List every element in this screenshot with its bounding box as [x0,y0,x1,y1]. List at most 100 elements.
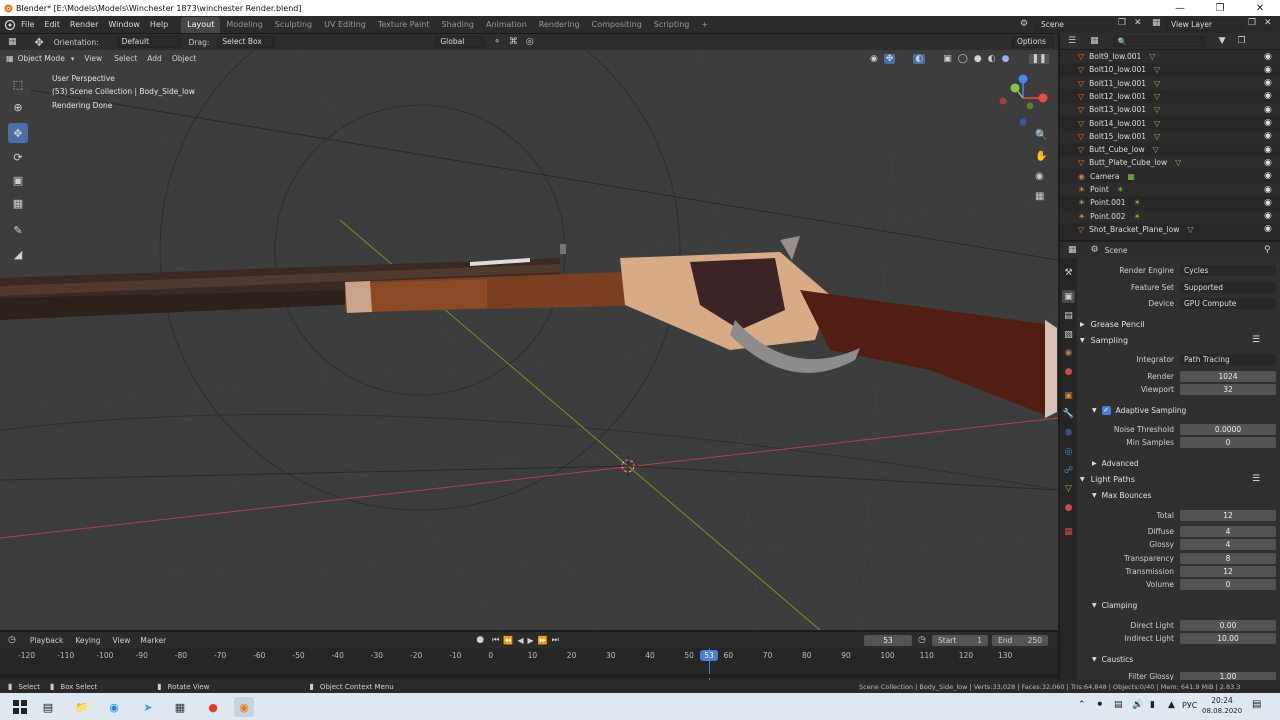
zoom-icon[interactable]: 🔍 [1035,130,1047,141]
snap-icon[interactable]: ⌘ [509,37,518,47]
visibility-eye-icon[interactable]: ◉ [1264,105,1272,115]
adaptive-sampling-section[interactable]: ▼ ✓ Adaptive Sampling [1092,403,1280,417]
outliner-row[interactable]: ▽ Bolt14_low.001 ▽ ◉ [1060,117,1280,130]
caustics-section[interactable]: ▼ Caustics [1092,652,1280,666]
max-bounces-section[interactable]: ▼ Max Bounces [1092,488,1280,502]
outliner-panel[interactable]: ▽ Bolt9_low.001 ▽ ◉ ▽ Bolt10_low.001 ▽ ◉ ▽ Bolt11… [1060,50,1280,240]
language-indicator[interactable]: РУС [1182,701,1197,710]
play-icon[interactable]: ▶ [527,636,533,645]
tab-animation[interactable]: Animation [480,17,533,33]
jump-start-icon[interactable]: ⏮ [492,635,499,645]
rendered-shading-icon[interactable]: ● [1002,54,1010,64]
sampling-presets-icon[interactable]: ☰ [1252,335,1260,345]
clock-time[interactable]: 20:24 [1204,696,1240,705]
sidebar-toggle-icon[interactable]: ❚❚ [1029,53,1049,64]
overlay-toggle-icon[interactable]: ◐ [913,53,926,64]
outliner-search-input[interactable]: 🔍 [1112,35,1205,47]
tab-scripting[interactable]: Scripting [648,17,696,33]
min-samples-field[interactable]: 0 [1180,436,1276,448]
orientation-dropdown[interactable]: Default [116,36,181,48]
physics-tab-icon[interactable]: ◎ [1062,445,1075,458]
sampling-section[interactable]: ▼ Sampling ☰ [1080,333,1276,347]
viewport-menu-select[interactable]: Select [114,54,137,63]
start-frame-field[interactable]: Start 1 [932,635,988,646]
transmission-field[interactable]: 12 [1180,565,1276,577]
preview-range-icon[interactable]: ◷ [918,635,926,645]
next-keyframe-icon[interactable]: ⏩ [538,636,548,645]
object-tab-icon[interactable]: ▣ [1062,389,1075,402]
particles-tab-icon[interactable]: ⊛ [1062,426,1075,439]
tab-compositing[interactable]: Compositing [586,17,648,33]
glossy-field[interactable]: 4 [1180,538,1276,550]
current-frame-field[interactable]: 53 [864,635,912,646]
ortho-toggle-icon[interactable]: ▦ [1035,191,1044,202]
measure-tool-icon[interactable]: ◢ [8,244,28,264]
outliner-row[interactable]: ▽ Bolt15_low.001 ▽ ◉ [1060,129,1280,143]
world-tab-icon[interactable]: ● [1062,365,1075,378]
delete-scene-icon[interactable]: ✕ [1134,18,1142,28]
network-icon[interactable]: ▤ [1114,700,1123,710]
outliner-row[interactable]: ☀ Point ☀ ◉ [1060,183,1280,196]
pan-hand-icon[interactable]: ✋ [1035,151,1047,162]
timeline-menu-view[interactable]: View [113,636,131,645]
notifications-icon[interactable]: ▤ [1252,699,1261,710]
visibility-eye-icon[interactable]: ◉ [1264,78,1272,88]
tab-uv-editing[interactable]: UV Editing [318,17,372,33]
play-reverse-icon[interactable]: ◀ [517,636,523,645]
scene-selector[interactable]: Scene [1036,19,1114,31]
tab-sculpting[interactable]: Sculpting [269,17,318,33]
timeline-ruler[interactable]: -120 -110 -100 -90 -80 -70 -60 -50 -40 -30 -20 -10 0… [0,648,1058,680]
outliner-row[interactable]: ▽ Bolt12_low.001 ▽ ◉ [1060,90,1280,103]
add-workspace-button[interactable]: + [695,17,714,33]
file-explorer-icon[interactable]: 📁 [72,697,92,717]
tab-rendering[interactable]: Rendering [533,17,586,33]
visibility-icon[interactable]: ◉ [870,54,878,64]
new-collection-icon[interactable]: ❐ [1238,36,1246,46]
output-tab-icon[interactable]: ▤ [1062,309,1075,322]
menu-help[interactable]: Help [145,16,173,34]
viewport-menu-add[interactable]: Add [147,54,162,63]
clock-date[interactable]: 08.08.2020 [1202,707,1242,715]
total-field[interactable]: 12 [1180,509,1276,521]
visibility-eye-icon[interactable]: ◉ [1264,198,1272,208]
tool-tab-icon[interactable]: ⚒ [1062,266,1075,279]
view-layer-tab-icon[interactable]: ▧ [1062,328,1075,341]
view-layer-selector[interactable]: View Layer [1166,19,1244,31]
visibility-eye-icon[interactable]: ◉ [1264,158,1272,168]
close-button[interactable]: ✕ [1240,0,1280,16]
viewport-samples-field[interactable]: 32 [1180,383,1276,395]
microphone-icon[interactable]: ⚫ [1096,700,1104,710]
data-tab-icon[interactable]: ▽ [1062,482,1075,495]
visibility-eye-icon[interactable]: ◉ [1264,145,1272,155]
wireframe-shading-icon[interactable]: ◯ [958,54,968,64]
outliner-row[interactable]: ☀ Point.002 ☀ ◉ [1060,209,1280,223]
outliner-row[interactable]: ▽ Butt_Plate_Cube_low ▽ ◉ [1060,156,1280,170]
visibility-eye-icon[interactable]: ◉ [1264,91,1272,101]
visibility-eye-icon[interactable]: ◉ [1264,211,1272,221]
viewport-menu-view[interactable]: View [84,54,102,63]
pivot-icon[interactable]: ⚬ [493,37,501,47]
blender-taskbar-icon[interactable]: ◉ [234,697,254,717]
scene-tab-icon[interactable]: ◉ [1062,346,1075,359]
cursor-tool-icon[interactable]: ⊕ [8,97,28,117]
visibility-eye-icon[interactable]: ◉ [1264,118,1272,128]
outliner-row[interactable]: ▽ Bolt11_low.001 ▽ ◉ [1060,76,1280,90]
battery-icon[interactable]: ▮ [1150,700,1155,710]
filter-glossy-field[interactable]: 1.00 [1180,672,1276,680]
xray-icon[interactable]: ▣ [943,54,952,64]
drag-dropdown[interactable]: Select Box [217,36,276,48]
camera-view-icon[interactable]: ◉ [1035,171,1044,182]
texture-tab-icon[interactable]: ▦ [1062,525,1075,538]
windows-start-icon[interactable] [10,697,30,717]
jump-end-icon[interactable]: ⏭ [552,635,559,645]
transparency-field[interactable]: 8 [1180,552,1276,564]
visibility-eye-icon[interactable]: ◉ [1264,131,1272,141]
tab-modeling[interactable]: Modeling [220,17,268,33]
speaker-icon[interactable]: 🔊 [1132,700,1143,710]
viewport-menu-object[interactable]: Object [172,54,196,63]
transform-tool-icon[interactable]: ▦ [8,193,28,213]
filter-icon[interactable]: ▼ [1219,36,1226,46]
feature-set-dropdown[interactable]: Supported [1180,281,1276,293]
outliner-row[interactable]: ▽ Bolt13_low.001 ▽ ◉ [1060,103,1280,117]
outliner-row[interactable]: ☀ Point.001 ☀ ◉ [1060,196,1280,209]
